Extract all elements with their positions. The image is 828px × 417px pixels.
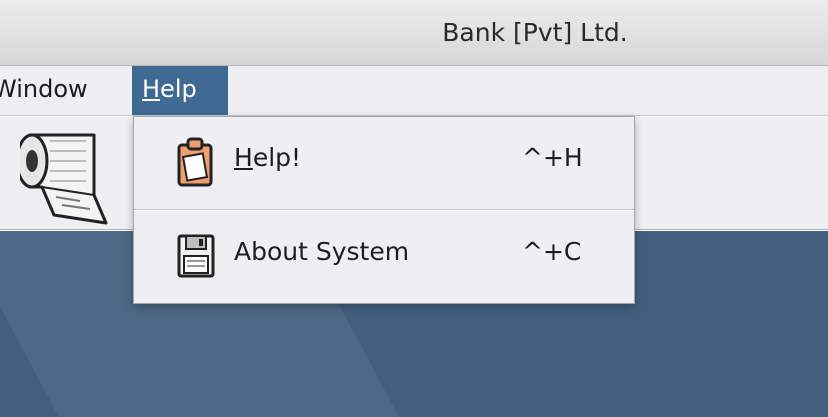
menu-help-mnemonic: H [142,75,161,103]
menu-item-help-text: elp! [252,143,302,172]
window-title: Bank [Pvt] Ltd. [442,18,628,47]
help-dropdown-menu: Help! ^+H About System ^+C [133,116,635,304]
application-window: Bank [Pvt] Ltd. Window Help Help! ^+H Ab… [0,0,828,417]
toilet-paper-icon[interactable] [20,127,116,225]
menu-help[interactable]: Help [132,66,228,115]
menu-item-help-mnemonic: H [234,143,253,172]
menu-window[interactable]: Window [0,66,96,115]
menu-item-help[interactable]: Help! ^+H [134,117,634,209]
menu-item-help-label: Help! [234,143,301,172]
menu-item-about-system-label: About System [234,237,410,266]
menu-help-label: elp [160,75,197,103]
menu-item-about-system-shortcut: ^+C [522,237,582,266]
floppy-disk-icon [177,234,215,278]
menu-item-about-system[interactable]: About System ^+C [134,211,634,303]
clipboard-icon [177,137,213,187]
menu-bar: Window Help [0,66,828,116]
menu-item-help-shortcut: ^+H [522,143,583,172]
title-bar[interactable]: Bank [Pvt] Ltd. [0,0,828,66]
